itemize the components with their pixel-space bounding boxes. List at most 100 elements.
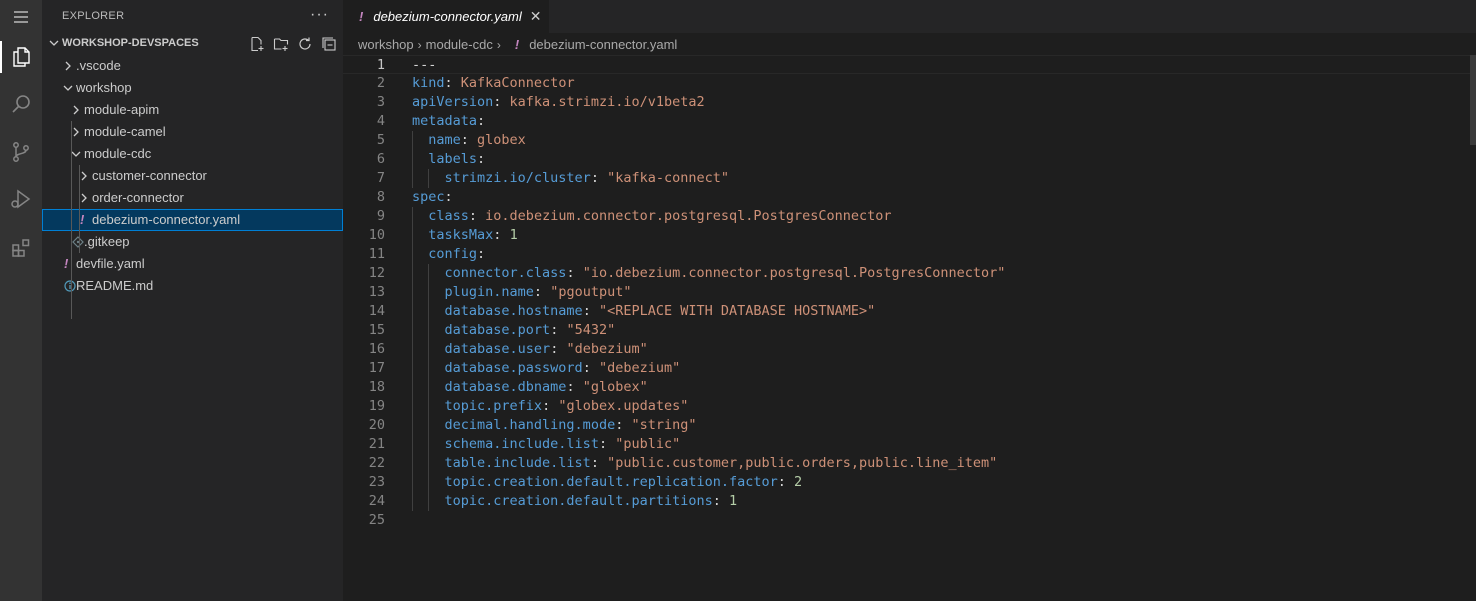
- code-line[interactable]: 3 apiVersion: kafka.strimzi.io/v1beta2: [343, 93, 1476, 112]
- code-token: :: [444, 75, 461, 91]
- code-line[interactable]: 10 tasksMax: 1: [343, 226, 1476, 245]
- activity-bar: [0, 0, 42, 601]
- tree-item[interactable]: module-camel: [42, 121, 343, 143]
- tree-item[interactable]: workshop: [42, 77, 343, 99]
- code-token: "<REPLACE WITH DATABASE HOSTNAME>": [598, 303, 876, 319]
- code-line[interactable]: 22 table.include.list: "public.customer,…: [343, 454, 1476, 473]
- code-line[interactable]: 15 database.port: "5432": [343, 321, 1476, 340]
- code-line[interactable]: 8 spec:: [343, 188, 1476, 207]
- line-number: 11: [368, 246, 385, 262]
- tree-item[interactable]: module-cdc: [42, 143, 343, 165]
- code-token: "globex": [582, 379, 648, 395]
- code-token: "globex.updates": [558, 398, 689, 414]
- tree-item[interactable]: README.md: [42, 275, 343, 297]
- line-text: strimzi.io/cluster: "kafka-connect": [412, 169, 730, 188]
- more-actions-icon[interactable]: ···: [310, 6, 329, 24]
- code-line[interactable]: 11 config:: [343, 245, 1476, 264]
- line-number: 1: [376, 57, 385, 73]
- line-text: ---: [412, 56, 436, 75]
- code-line[interactable]: 17 database.password: "debezium": [343, 359, 1476, 378]
- yaml-file-icon: !: [514, 37, 520, 52]
- yaml-file-icon: !: [359, 9, 364, 24]
- line-text: database.password: "debezium": [412, 359, 681, 378]
- code-line[interactable]: 5 name: globex: [343, 131, 1476, 150]
- code-token: "io.debezium.connector.postgresql.Postgr…: [582, 265, 1006, 281]
- line-number: 10: [368, 227, 385, 243]
- indent-guide: [412, 207, 413, 511]
- breadcrumb: workshop › module-cdc › ! debezium-conne…: [358, 35, 677, 55]
- code-line[interactable]: 6 labels:: [343, 150, 1476, 169]
- code-line[interactable]: 7 strimzi.io/cluster: "kafka-connect": [343, 169, 1476, 188]
- code-line[interactable]: 24 topic.creation.default.partitions: 1: [343, 492, 1476, 511]
- files-icon[interactable]: [0, 35, 42, 79]
- code-token: :: [444, 189, 453, 205]
- code-token: :: [582, 360, 599, 376]
- run-debug-icon[interactable]: [0, 177, 42, 221]
- line-text: labels:: [412, 150, 485, 169]
- search-icon[interactable]: [0, 82, 42, 126]
- git-icon: [72, 231, 84, 255]
- line-text: topic.creation.default.replication.facto…: [412, 473, 803, 492]
- line-number: 8: [376, 189, 385, 205]
- menu-icon[interactable]: [0, 0, 42, 34]
- code-token: :: [590, 455, 608, 471]
- tree-item-label: .vscode: [76, 58, 121, 73]
- new-file-icon[interactable]: [249, 36, 265, 52]
- extensions-icon[interactable]: [0, 226, 42, 270]
- code-line[interactable]: 21 schema.include.list: "public": [343, 435, 1476, 454]
- code-line[interactable]: 19 topic.prefix: "globex.updates": [343, 397, 1476, 416]
- tree-item[interactable]: ! devfile.yaml: [42, 253, 343, 275]
- workspace-section-header[interactable]: WORKSHOP-DEVSPACES: [42, 33, 343, 55]
- code-line[interactable]: 18 database.dbname: "globex": [343, 378, 1476, 397]
- collapse-all-icon[interactable]: [321, 36, 337, 52]
- tab-debezium-connector[interactable]: ! debezium-connector.yaml ✕: [343, 0, 549, 33]
- code-token: ---: [412, 57, 437, 73]
- tree-item[interactable]: customer-connector: [42, 165, 343, 187]
- tree-item[interactable]: ! debezium-connector.yaml: [42, 209, 343, 231]
- new-folder-icon[interactable]: [273, 36, 289, 52]
- code-token: "5432": [566, 322, 616, 338]
- code-token: tasksMax: [428, 227, 494, 243]
- code-line[interactable]: 12 connector.class: "io.debezium.connect…: [343, 264, 1476, 283]
- code-line[interactable]: 9 class: io.debezium.connector.postgresq…: [343, 207, 1476, 226]
- tree-item-label: .gitkeep: [84, 234, 130, 249]
- tree-item[interactable]: order-connector: [42, 187, 343, 209]
- code-token: topic.creation.default.partitions: [444, 493, 713, 509]
- line-number: 13: [368, 284, 385, 300]
- code-line[interactable]: 4 metadata:: [343, 112, 1476, 131]
- source-control-icon[interactable]: [0, 130, 42, 174]
- close-icon[interactable]: ✕: [530, 8, 542, 25]
- tree-item[interactable]: module-apim: [42, 99, 343, 121]
- code-line[interactable]: 20 decimal.handling.mode: "string": [343, 416, 1476, 435]
- tree-item[interactable]: .gitkeep: [42, 231, 343, 253]
- line-text: class: io.debezium.connector.postgresql.…: [412, 207, 891, 226]
- tree-item[interactable]: .vscode: [42, 55, 343, 77]
- line-number: 12: [368, 265, 385, 281]
- tree-item-label: module-camel: [84, 124, 166, 139]
- code-line[interactable]: 14 database.hostname: "<REPLACE WITH DAT…: [343, 302, 1476, 321]
- code-line[interactable]: 16 database.user: "debezium": [343, 340, 1476, 359]
- tree-item-label: README.md: [76, 278, 154, 293]
- code-token: :: [582, 303, 599, 319]
- code-token: schema.include.list: [444, 436, 599, 452]
- code-line[interactable]: 2 kind: KafkaConnector: [343, 74, 1476, 93]
- breadcrumb-item-file[interactable]: debezium-connector.yaml: [529, 35, 677, 55]
- code-token: plugin.name: [444, 284, 534, 300]
- line-number: 24: [368, 493, 385, 509]
- code-line[interactable]: 23 topic.creation.default.replication.fa…: [343, 473, 1476, 492]
- line-text: config:: [412, 245, 485, 264]
- code-token: kind: [412, 75, 445, 91]
- code-token: :: [468, 208, 486, 224]
- scrollbar[interactable]: [1470, 55, 1476, 145]
- breadcrumb-item-workshop[interactable]: workshop: [358, 35, 414, 55]
- breadcrumb-item-module-cdc[interactable]: module-cdc: [426, 35, 493, 55]
- code-line[interactable]: 25: [343, 511, 1476, 530]
- code-line[interactable]: 13 plugin.name: "pgoutput": [343, 283, 1476, 302]
- code-line[interactable]: 1 ---: [343, 55, 1476, 74]
- refresh-icon[interactable]: [297, 36, 313, 52]
- code-token: "public": [615, 436, 681, 452]
- code-token: labels: [428, 151, 478, 167]
